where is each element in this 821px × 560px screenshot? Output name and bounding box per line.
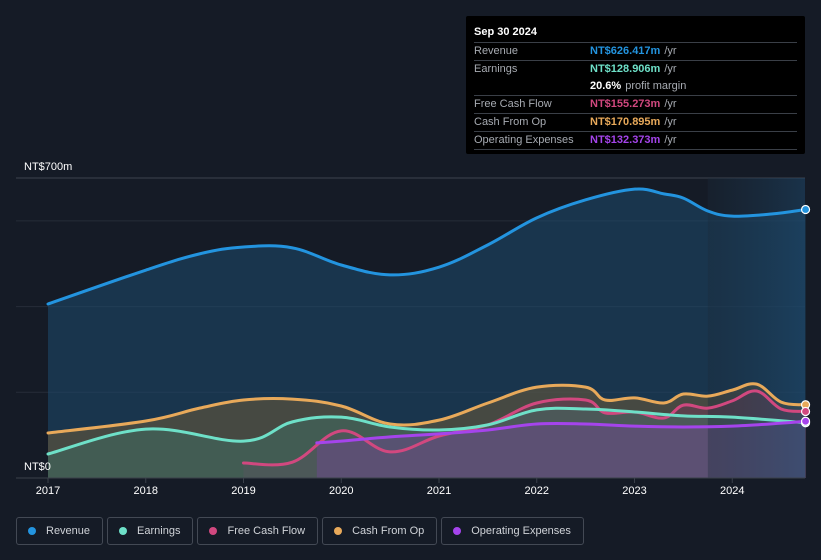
legend-dot-icon	[209, 527, 218, 535]
legend-label: Operating Expenses	[471, 525, 571, 537]
tooltip-row-operating-expenses: Operating Expenses NT$132.373m /yr	[474, 132, 797, 150]
tooltip-label: Operating Expenses	[474, 134, 574, 146]
tooltip-row-earnings: Earnings NT$128.906m /yr	[474, 61, 797, 78]
tooltip-value: NT$170.895m	[590, 116, 661, 128]
tooltip-row-free-cash-flow: Free Cash Flow NT$155.273m /yr	[474, 96, 797, 114]
legend-dot-icon	[28, 527, 36, 535]
tooltip-row-revenue: Revenue NT$626.417m /yr	[474, 43, 797, 61]
legend: Revenue Earnings Free Cash Flow Cash Fro…	[16, 517, 584, 545]
legend-dot-icon	[119, 527, 128, 535]
legend-item-operating-expenses[interactable]: Operating Expenses	[441, 517, 584, 545]
legend-label: Earnings	[137, 525, 181, 537]
legend-item-cash-from-op[interactable]: Cash From Op	[322, 517, 438, 545]
tooltip-row-cash-from-op: Cash From Op NT$170.895m /yr	[474, 114, 797, 132]
legend-label: Revenue	[46, 525, 91, 537]
tooltip-value: 20.6%	[590, 80, 622, 92]
x-tick-label: 2024	[720, 485, 744, 497]
x-tick-label: 2023	[622, 485, 646, 497]
x-tick-label: 2017	[36, 485, 60, 497]
legend-item-revenue[interactable]: Revenue	[16, 517, 104, 545]
tooltip-label: Free Cash Flow	[474, 98, 552, 110]
tooltip-value: NT$132.373m	[590, 134, 661, 146]
x-tick-label: 2019	[231, 485, 255, 497]
tooltip-date: Sep 30 2024	[474, 24, 797, 43]
end-marker-revenue	[800, 204, 811, 215]
end-marker-free-cash-flow	[800, 406, 811, 417]
legend-dot-icon	[334, 527, 343, 535]
tooltip-unit: /yr	[664, 98, 677, 110]
tooltip-label: Cash From Op	[474, 116, 547, 128]
tooltip-value: NT$128.906m	[590, 63, 661, 75]
legend-item-earnings[interactable]: Earnings	[107, 517, 194, 545]
end-marker-operating-expenses	[800, 416, 811, 426]
y-axis-bottom-label: NT$0	[24, 461, 51, 473]
tooltip-unit: /yr	[664, 45, 677, 57]
x-tick-label: 2018	[134, 485, 158, 497]
x-tick-label: 2022	[525, 485, 549, 497]
tooltip-label: Earnings	[474, 63, 518, 75]
tooltip-row-profit-margin: 20.6% profit margin	[474, 78, 797, 96]
x-tick-label: 2020	[329, 485, 353, 497]
tooltip-label	[474, 78, 590, 95]
tooltip: Sep 30 2024 Revenue NT$626.417m /yr Earn…	[466, 16, 805, 154]
tooltip-unit: /yr	[664, 63, 677, 75]
tooltip-value: NT$155.273m	[590, 98, 661, 110]
tooltip-unit: /yr	[664, 116, 677, 128]
y-axis-top-label: NT$700m	[24, 161, 72, 173]
tooltip-value: NT$626.417m	[590, 45, 661, 57]
tooltip-label: Revenue	[474, 45, 519, 57]
legend-label: Cash From Op	[352, 525, 425, 537]
tooltip-unit: profit margin	[625, 80, 687, 92]
x-axis-ticks: 2017 2018 2019 2020 2021 2022 2023 2024	[36, 478, 744, 497]
x-tick-label: 2021	[427, 485, 451, 497]
legend-item-free-cash-flow[interactable]: Free Cash Flow	[197, 517, 319, 545]
legend-label: Free Cash Flow	[227, 525, 306, 537]
tooltip-unit: /yr	[664, 134, 677, 146]
highlight-region	[707, 178, 805, 478]
legend-dot-icon	[453, 527, 462, 535]
